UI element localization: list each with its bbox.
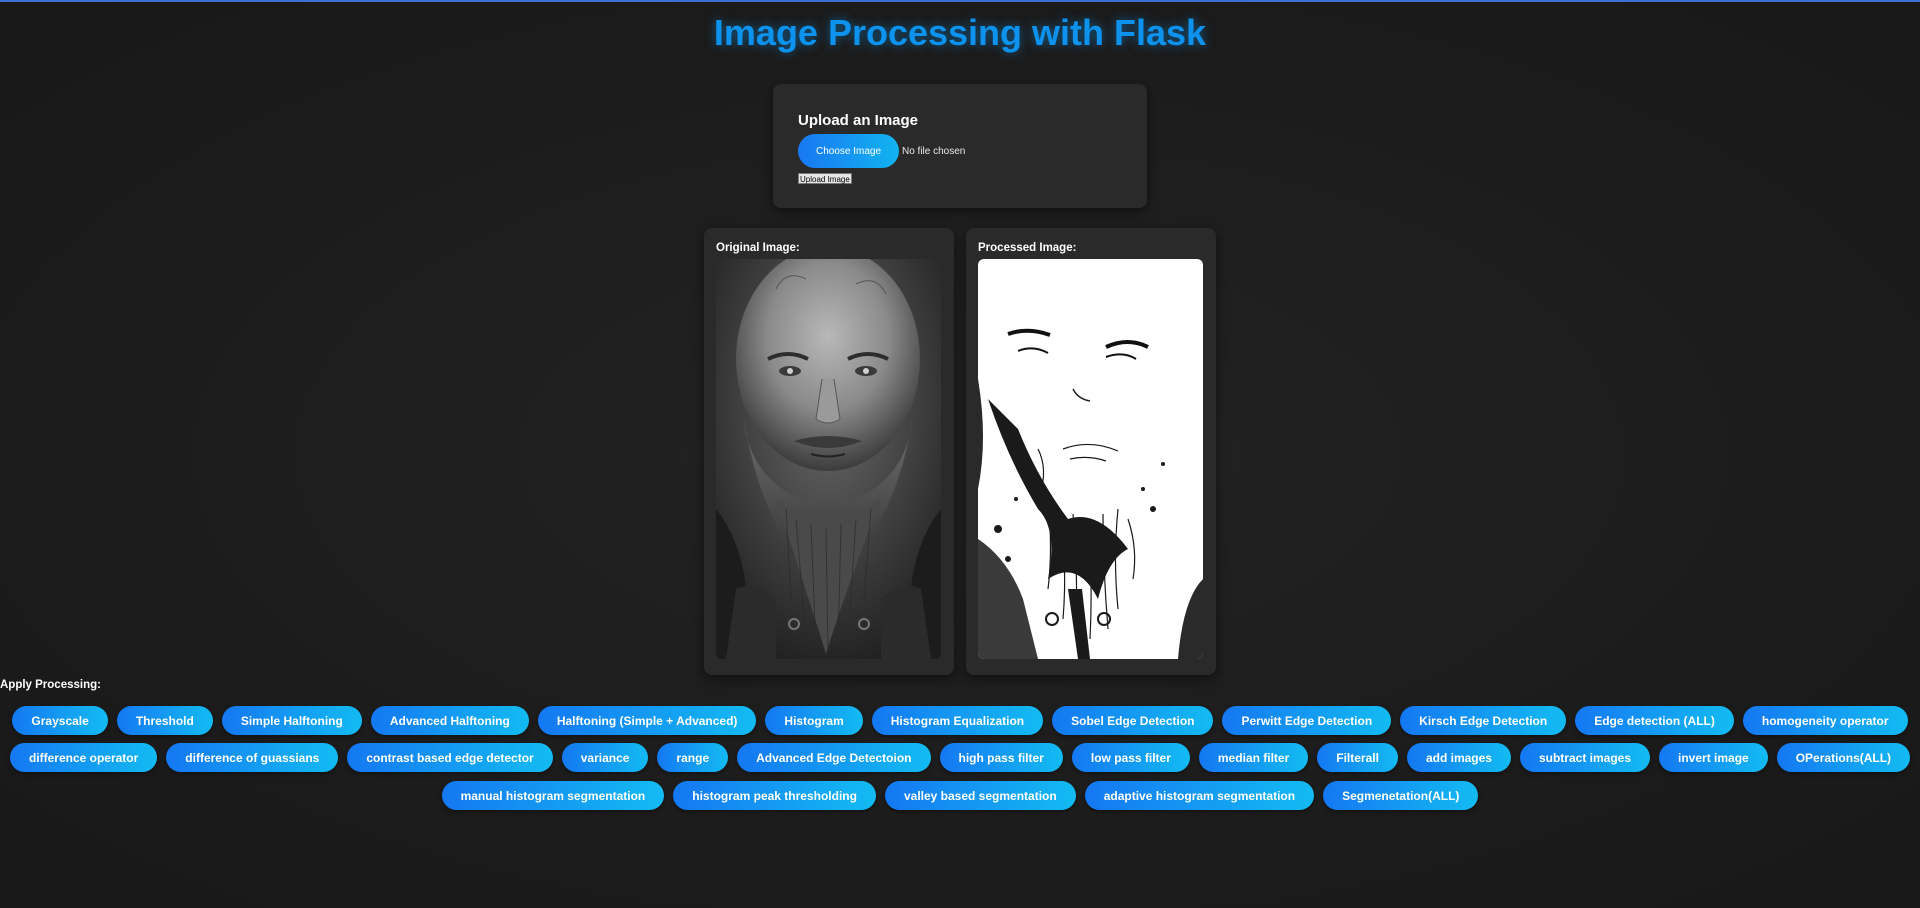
process-button-halftoning-simple-advanced[interactable]: Halftoning (Simple + Advanced) [537, 706, 757, 735]
upload-image-button[interactable]: Upload Image [798, 173, 852, 184]
process-button-high-pass-filter[interactable]: high pass filter [939, 743, 1063, 772]
processed-image-label: Processed Image: [978, 242, 1077, 254]
file-input-row: Choose Image No file chosen [798, 134, 965, 168]
process-button-threshold[interactable]: Threshold [116, 706, 213, 735]
top-accent-line [0, 0, 1920, 2]
process-button-edge-detection-all[interactable]: Edge detection (ALL) [1575, 706, 1734, 735]
process-button-subtract-images[interactable]: subtract images [1519, 743, 1651, 772]
process-button-adaptive-histogram-segmentation[interactable]: adaptive histogram segmentation [1084, 781, 1315, 810]
file-status-text: No file chosen [902, 145, 966, 157]
process-button-difference-operator[interactable]: difference operator [9, 743, 158, 772]
process-button-operations-all[interactable]: OPerations(ALL) [1776, 743, 1911, 772]
apply-processing-label: Apply Processing: [0, 679, 101, 691]
process-button-advanced-halftoning[interactable]: Advanced Halftoning [370, 706, 529, 735]
process-button-simple-halftoning[interactable]: Simple Halftoning [221, 706, 362, 735]
processed-image-card: Processed Image: [966, 228, 1216, 675]
process-button-add-images[interactable]: add images [1406, 743, 1511, 772]
process-button-perwitt-edge-detection[interactable]: Perwitt Edge Detection [1222, 706, 1392, 735]
process-button-histogram-peak-thresholding[interactable]: histogram peak thresholding [673, 781, 876, 810]
process-button-manual-histogram-segmentation[interactable]: manual histogram segmentation [441, 781, 665, 810]
process-button-segmenetation-all[interactable]: Segmenetation(ALL) [1323, 781, 1479, 810]
original-image [716, 259, 941, 659]
process-button-range[interactable]: range [657, 743, 729, 772]
process-button-filterall[interactable]: Filterall [1317, 743, 1398, 772]
upload-heading: Upload an Image [798, 112, 919, 129]
page-title: Image Processing with Flask [713, 12, 1207, 53]
process-button-invert-image[interactable]: invert image [1659, 743, 1768, 772]
process-button-median-filter[interactable]: median filter [1198, 743, 1309, 772]
process-button-sobel-edge-detection[interactable]: Sobel Edge Detection [1052, 706, 1214, 735]
process-button-grayscale[interactable]: Grayscale [12, 706, 108, 735]
process-button-advanced-edge-detectoion[interactable]: Advanced Edge Detectoion [737, 743, 931, 772]
process-button-low-pass-filter[interactable]: low pass filter [1071, 743, 1190, 772]
original-image-label: Original Image: [716, 242, 800, 254]
process-button-difference-of-guassians[interactable]: difference of guassians [166, 743, 339, 772]
process-button-histogram[interactable]: Histogram [765, 706, 863, 735]
choose-image-button[interactable]: Choose Image [798, 134, 899, 168]
processing-row-3: manual histogram segmentation histogram p… [0, 781, 1920, 810]
process-button-valley-based-segmentation[interactable]: valley based segmentation [884, 781, 1076, 810]
original-image-card: Original Image: [704, 228, 954, 675]
process-button-variance[interactable]: variance [561, 743, 649, 772]
process-button-contrast-based-edge-detector[interactable]: contrast based edge detector [347, 743, 553, 772]
process-button-histogram-equalization[interactable]: Histogram Equalization [871, 706, 1044, 735]
process-button-homogeneity-operator[interactable]: homogeneity operator [1742, 706, 1908, 735]
upload-card: Upload an Image Choose Image No file cho… [773, 84, 1147, 208]
processing-row-2: difference operator difference of guassia… [0, 743, 1920, 772]
process-button-kirsch-edge-detection[interactable]: Kirsch Edge Detection [1400, 706, 1567, 735]
processing-row-1: Grayscale Threshold Simple Halftoning Advan… [0, 706, 1920, 735]
processed-image [978, 259, 1203, 659]
